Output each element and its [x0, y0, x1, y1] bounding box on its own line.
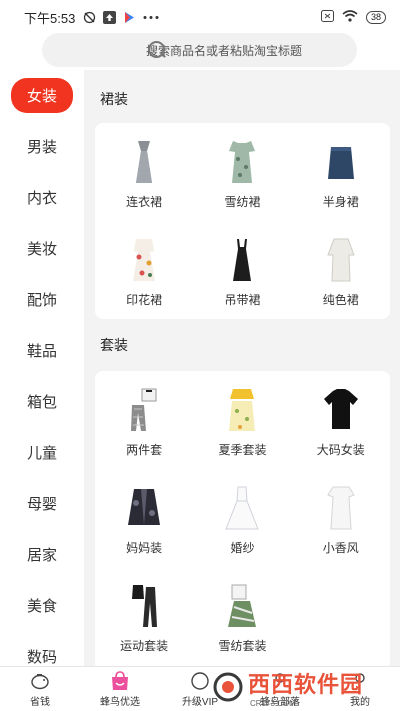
- category-tile-label: 妈妈装: [126, 541, 163, 555]
- category-tile[interactable]: 连衣裙: [95, 123, 193, 221]
- sidebar-item-3[interactable]: 美妆: [0, 223, 84, 274]
- sidebar-item-1[interactable]: 男装: [0, 121, 84, 172]
- sidebar-item-0[interactable]: 女装: [0, 70, 84, 121]
- dress-white-icon: [318, 237, 364, 283]
- dress-floral-icon: [219, 139, 265, 185]
- category-tile-label: 纯色裙: [322, 293, 359, 307]
- category-tile[interactable]: 妈妈装: [95, 469, 193, 567]
- sidebar-item-label: 鞋品: [26, 343, 57, 360]
- dress-print-icon: [121, 237, 167, 283]
- tab-1[interactable]: 蜂鸟优选: [80, 667, 160, 711]
- category-tile[interactable]: 印花裙: [95, 221, 193, 319]
- category-tile-label: 夏季套装: [218, 443, 267, 457]
- category-tile[interactable]: 运动套装: [95, 567, 193, 665]
- sidebar-item-label: 内衣: [26, 190, 57, 207]
- category-tile-label: 雪纺套装: [218, 639, 267, 653]
- sidebar-item-label: 美妆: [26, 241, 57, 258]
- dress-black-icon: [219, 237, 265, 283]
- category-tile-label: 运动套装: [120, 639, 169, 653]
- category-tile-label: 吊带裙: [224, 293, 261, 307]
- category-tile[interactable]: 两件套: [95, 371, 193, 469]
- sidebar-item-4[interactable]: 配饰: [0, 274, 84, 325]
- category-content: 裙装 连衣裙 雪纺裙 半身裙印花裙 吊带裙 纯色裙 套装 两件套 夏季套装 大码女装妈妈装 婚…: [84, 70, 400, 666]
- no-disturb-icon: [83, 11, 96, 24]
- sidebar-item-10[interactable]: 美食: [0, 580, 84, 631]
- sidebar-item-6[interactable]: 箱包: [0, 376, 84, 427]
- cardigan-icon: [121, 485, 167, 531]
- two-piece-icon: [121, 387, 167, 433]
- search-bar[interactable]: 搜索商品名或者粘贴淘宝标题: [42, 33, 357, 67]
- sidebar-item-label: 居家: [26, 547, 57, 564]
- site-watermark: 西西软件园 CR173.COM: [212, 664, 398, 710]
- wedding-dress-icon: [219, 485, 265, 531]
- sidebar-item-label: 儿童: [26, 445, 57, 462]
- category-tile[interactable]: 半身裙: [292, 123, 390, 221]
- tshirt-black-icon: [318, 387, 364, 433]
- sidebar-item-label: 配饰: [26, 292, 57, 309]
- more-icon: [143, 11, 159, 24]
- section-title-dresses: 裙装: [100, 91, 128, 107]
- category-tile[interactable]: 夏季套装: [193, 371, 291, 469]
- category-tile-label: 印花裙: [126, 293, 163, 307]
- category-tile-label: 半身裙: [322, 195, 359, 209]
- category-tile[interactable]: 纯色裙: [292, 221, 390, 319]
- sidebar-item-label: 箱包: [26, 394, 57, 411]
- category-tile-label: 连衣裙: [126, 195, 163, 209]
- skirt-denim-icon: [318, 139, 364, 185]
- sidebar-item-label: 男装: [26, 139, 57, 156]
- sport-set-icon: [121, 583, 167, 629]
- sidebar-item-label: 数码: [26, 649, 57, 666]
- status-bar: 下午5:53 38: [0, 0, 400, 34]
- tab-label: 蜂鸟优选: [100, 696, 140, 708]
- section-title-sets: 套装: [100, 337, 128, 353]
- category-tile[interactable]: 大码女装: [292, 371, 390, 469]
- sim-icon: [320, 9, 334, 25]
- category-tile[interactable]: 小香风: [292, 469, 390, 567]
- search-icon: [148, 41, 166, 59]
- watermark-subtext: CR173.COM: [250, 698, 296, 708]
- sidebar-item-label: 女装: [10, 78, 73, 113]
- tab-label: 省钱: [30, 696, 50, 708]
- status-time: 下午5:53: [24, 10, 76, 26]
- sidebar-item-8[interactable]: 母婴: [0, 478, 84, 529]
- category-tile-label: 大码女装: [316, 443, 365, 457]
- category-tile[interactable]: 雪纺裙: [193, 123, 291, 221]
- section-card-dresses: 连衣裙 雪纺裙 半身裙印花裙 吊带裙 纯色裙: [95, 123, 390, 319]
- app-store-icon: [123, 11, 136, 24]
- battery-indicator: 38: [365, 10, 386, 24]
- category-tile[interactable]: 婚纱: [193, 469, 291, 567]
- category-tile[interactable]: 吊带裙: [193, 221, 291, 319]
- watermark-text: 西西软件园: [248, 671, 364, 697]
- tab-0[interactable]: 省钱: [0, 667, 80, 711]
- sidebar-item-2[interactable]: 内衣: [0, 172, 84, 223]
- vip-icon: [189, 671, 211, 691]
- section-card-sets: 两件套 夏季套装 大码女装妈妈装 婚纱 小香风运动套装 雪纺套装: [95, 371, 390, 666]
- white-dress-icon: [318, 485, 364, 531]
- upload-icon: [103, 10, 117, 24]
- shopping-bag-icon: [109, 670, 131, 691]
- category-sidebar: 女装男装内衣美妆配饰鞋品箱包儿童母婴居家美食数码: [0, 70, 84, 666]
- sidebar-item-7[interactable]: 儿童: [0, 427, 84, 478]
- watermark-logo-icon: [213, 672, 243, 702]
- wifi-icon: [342, 9, 358, 25]
- category-tile[interactable]: 雪纺套装: [193, 567, 291, 665]
- chiffon-set-icon: [219, 583, 265, 629]
- sidebar-item-5[interactable]: 鞋品: [0, 325, 84, 376]
- category-tile-label: 雪纺裙: [224, 195, 261, 209]
- category-tile-label: 婚纱: [230, 541, 255, 555]
- piggy-bank-icon: [29, 671, 51, 691]
- category-tile-label: 两件套: [126, 443, 163, 457]
- category-tile-label: 小香风: [322, 541, 359, 555]
- summer-set-icon: [219, 387, 265, 433]
- sidebar-item-label: 美食: [26, 598, 57, 615]
- sidebar-item-9[interactable]: 居家: [0, 529, 84, 580]
- dress-gray-icon: [121, 139, 167, 185]
- sidebar-item-label: 母婴: [26, 496, 57, 513]
- search-placeholder: 搜索商品名或者粘贴淘宝标题: [146, 43, 303, 58]
